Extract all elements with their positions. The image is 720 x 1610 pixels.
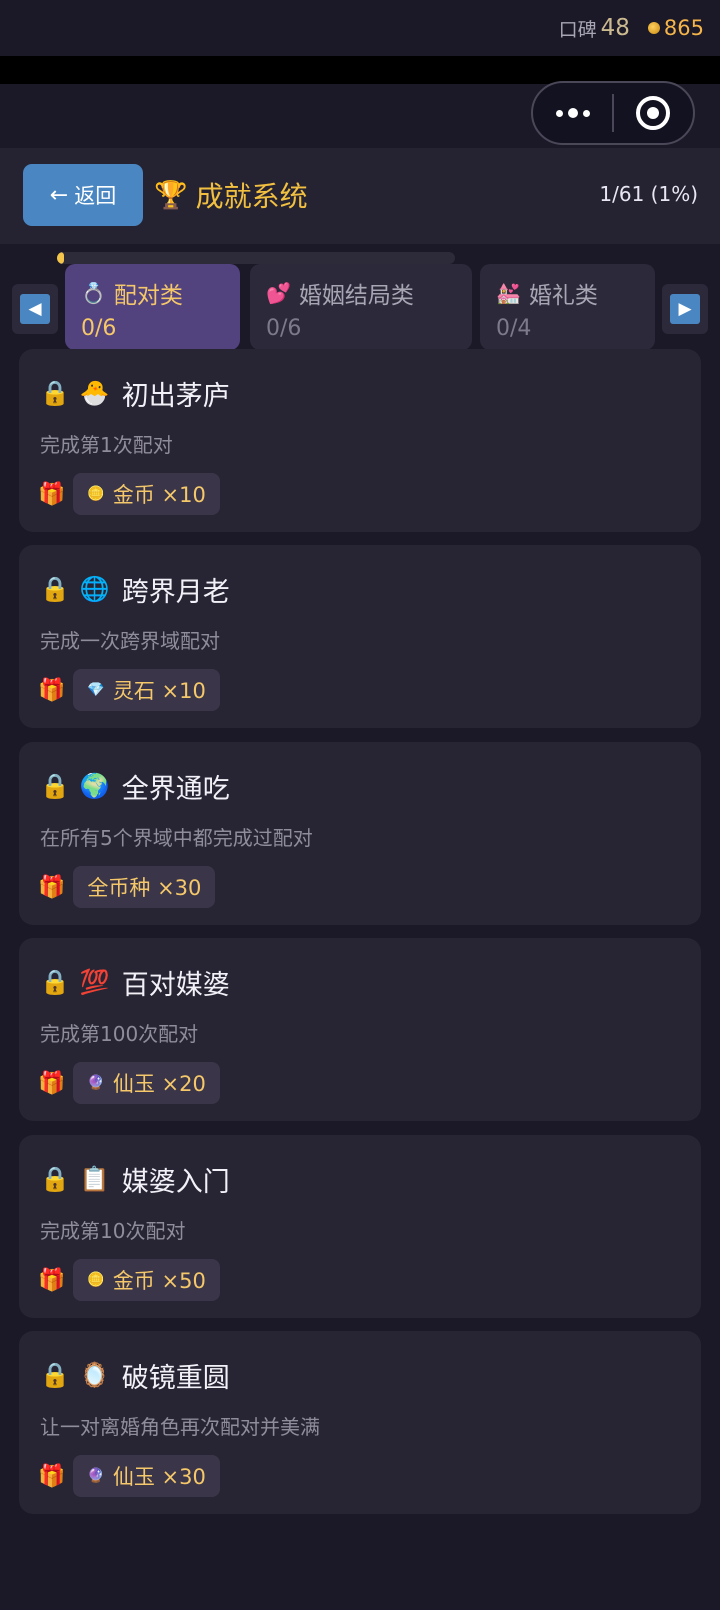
achievement-card[interactable]: 🔒 🪞 破镜重圆 让一对离婚角色再次配对并美满 🎁 🔮 仙玉 ×30	[19, 1331, 701, 1514]
reward-chip: 全币种 ×30	[73, 866, 216, 908]
tab-wedding[interactable]: 💒 婚礼类 0/4	[480, 264, 655, 350]
tab-label: 婚礼类	[528, 283, 598, 309]
achievement-card[interactable]: 🔒 🌍 全界通吃 在所有5个界域中都完成过配对 🎁 全币种 ×30	[19, 742, 701, 925]
coin-value: 865	[663, 16, 704, 40]
tab-marriage-ending[interactable]: 💕 婚姻结局类 0/6	[250, 264, 472, 350]
reward-text: 灵石 ×10	[112, 679, 206, 703]
achievement-name: 百对媒婆	[121, 969, 230, 1001]
achievement-progress-bar	[57, 252, 455, 264]
reputation-label: 口碑	[558, 18, 597, 41]
achievement-card[interactable]: 🔒 📋 媒婆入门 完成第10次配对 🎁 🪙 金币 ×50	[19, 1135, 701, 1318]
tabs-prev-button[interactable]: ◀	[12, 284, 58, 334]
tab-count: 0/6	[81, 316, 117, 341]
achievement-card[interactable]: 🔒 🌐 跨界月老 完成一次跨界域配对 🎁 💎 灵石 ×10	[19, 545, 701, 728]
progress-bar-fill	[57, 252, 64, 264]
jade-icon: 🔮	[87, 1468, 105, 1484]
reward-chip: 💎 灵石 ×10	[73, 669, 220, 711]
back-button[interactable]: ← 返回	[23, 164, 143, 226]
trophy-icon: 🏆	[154, 180, 188, 211]
back-arrow-icon: ←	[49, 182, 69, 208]
achievement-name: 全界通吃	[121, 773, 230, 805]
achievement-name: 初出茅庐	[121, 380, 230, 412]
coin-icon	[647, 22, 660, 34]
more-menu-icon[interactable]	[533, 108, 612, 118]
lock-icon: 🔒	[40, 968, 70, 996]
miniprogram-capsule	[531, 81, 695, 145]
hatching-chick-icon: 🐣	[79, 379, 110, 407]
tab-count: 0/4	[496, 316, 532, 341]
wedding-chapel-icon: 💒	[496, 281, 521, 305]
gold-coin-icon: 🪙	[87, 1272, 105, 1288]
earth-globe-icon: 🌍	[79, 772, 110, 800]
two-hearts-icon: 💕	[266, 281, 291, 305]
achievement-desc: 让一对离婚角色再次配对并美满	[40, 1415, 320, 1439]
reward-text: 仙玉 ×20	[112, 1072, 206, 1096]
mirror-icon: 🪞	[79, 1361, 110, 1389]
reward-text: 金币 ×10	[112, 483, 206, 507]
achievement-progress-text: 1/61 (1%)	[599, 182, 698, 206]
gift-icon: 🎁	[38, 874, 66, 900]
lock-icon: 🔒	[40, 575, 70, 603]
reward-chip: 🔮 仙玉 ×30	[73, 1455, 220, 1497]
lock-icon: 🔒	[40, 1361, 70, 1389]
close-miniprogram-icon[interactable]	[614, 96, 693, 130]
tabs-next-button[interactable]: ▶	[662, 284, 708, 334]
lock-icon: 🔒	[40, 379, 70, 407]
status-bar: 口碑 48 865	[0, 0, 720, 56]
clipboard-icon: 📋	[79, 1165, 110, 1193]
gift-icon: 🎁	[38, 481, 66, 507]
jade-icon: 🔮	[87, 1075, 105, 1091]
ring-icon: 💍	[81, 281, 106, 305]
tab-label: 婚姻结局类	[298, 283, 414, 309]
gift-icon: 🎁	[38, 677, 66, 703]
reward-text: 金币 ×50	[112, 1269, 206, 1293]
reward-text: 仙玉 ×30	[112, 1465, 206, 1489]
achievement-name: 媒婆入门	[121, 1166, 230, 1198]
reputation-value: 48	[600, 15, 630, 41]
tab-pairing[interactable]: 💍 配对类 0/6	[65, 264, 240, 350]
achievement-card[interactable]: 🔒 💯 百对媒婆 完成第100次配对 🎁 🔮 仙玉 ×20	[19, 938, 701, 1121]
achievement-desc: 在所有5个界域中都完成过配对	[40, 826, 313, 850]
gift-icon: 🎁	[38, 1267, 66, 1293]
reward-chip: 🔮 仙玉 ×20	[73, 1062, 220, 1104]
left-arrow-icon: ◀	[28, 299, 42, 319]
achievement-desc: 完成第1次配对	[40, 433, 173, 457]
achievement-desc: 完成第100次配对	[40, 1022, 199, 1046]
right-arrow-icon: ▶	[678, 299, 692, 319]
achievement-desc: 完成第10次配对	[40, 1219, 186, 1243]
gift-icon: 🎁	[38, 1463, 66, 1489]
globe-icon: 🌐	[79, 575, 110, 603]
hundred-points-icon: 💯	[79, 968, 110, 996]
tab-label: 配对类	[113, 283, 183, 309]
achievement-name: 跨界月老	[121, 576, 230, 608]
achievement-card[interactable]: 🔒 🐣 初出茅庐 完成第1次配对 🎁 🪙 金币 ×10	[19, 349, 701, 532]
lock-icon: 🔒	[40, 772, 70, 800]
reward-chip: 🪙 金币 ×10	[73, 473, 220, 515]
gold-coin-icon: 🪙	[87, 486, 105, 502]
gift-icon: 🎁	[38, 1070, 66, 1096]
achievement-name: 破镜重圆	[121, 1362, 230, 1394]
page-title: 🏆 成就系统	[154, 174, 308, 216]
divider-band	[0, 56, 720, 84]
reward-chip: 🪙 金币 ×50	[73, 1259, 220, 1301]
spirit-stone-icon: 💎	[87, 682, 105, 698]
page-title-text: 成就系统	[195, 180, 308, 213]
tab-count: 0/6	[266, 316, 302, 341]
back-button-label: 返回	[74, 184, 117, 208]
achievement-desc: 完成一次跨界域配对	[40, 629, 220, 653]
lock-icon: 🔒	[40, 1165, 70, 1193]
reward-text: 全币种 ×30	[87, 876, 202, 900]
